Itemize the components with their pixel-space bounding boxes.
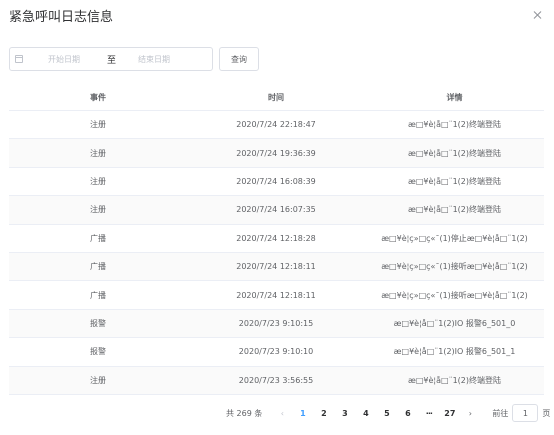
table-row[interactable]: 报警 2020/7/23 9:10:10 æ□¥è¦å□¨1(2)IO 报警6_… — [9, 338, 544, 367]
table-row[interactable]: 注册 2020/7/24 19:36:39 æ□¥è¦å□¨1(2)终端登陆 — [9, 139, 544, 168]
event-cell: 注册 — [90, 148, 106, 158]
time-cell: 2020/7/24 12:18:11 — [236, 290, 316, 300]
detail-cell: æ□¥è¦å□¨1(2)IO 报警6_501_0 — [393, 318, 516, 328]
time-cell: 2020/7/24 16:07:35 — [236, 205, 316, 215]
end-date-input[interactable]: 结束日期 — [138, 54, 170, 65]
event-cell: 报警 — [90, 318, 106, 328]
query-button[interactable]: 查询 — [219, 47, 259, 71]
prev-page-button[interactable]: ‹ — [275, 409, 289, 418]
page-button-4[interactable]: 4 — [355, 409, 376, 418]
range-separator: 至 — [107, 56, 117, 66]
table-header: 事件 时间 详情 — [9, 84, 544, 111]
total-count: 共 269 条 — [226, 408, 263, 418]
detail-cell: æ□¥è¦å□¨1(2)终端登陆 — [407, 205, 501, 215]
dialog-title: 紧急呼叫日志信息 — [9, 10, 114, 25]
more-pages-button[interactable]: ··· — [418, 409, 439, 418]
date-range-picker[interactable]: 开始日期 至 结束日期 — [9, 47, 213, 71]
start-date-input[interactable]: 开始日期 — [48, 54, 80, 65]
time-cell: 2020/7/24 12:18:28 — [236, 233, 316, 243]
column-header-detail: 详情 — [446, 92, 463, 102]
time-cell: 2020/7/24 22:18:47 — [236, 120, 316, 130]
event-cell: 注册 — [90, 205, 106, 215]
table-row[interactable]: 报警 2020/7/23 9:10:15 æ□¥è¦å□¨1(2)IO 报警6_… — [9, 309, 544, 339]
next-page-button[interactable]: › — [463, 409, 477, 418]
table-row[interactable]: 注册 2020/7/24 16:08:39 æ□¥è¦å□¨1(2)终端登陆 — [9, 168, 544, 197]
time-cell: 2020/7/23 9:10:10 — [238, 347, 314, 357]
table-row[interactable]: 注册 2020/7/23 3:56:55 æ□¥è¦å□¨1(2)终端登陆 — [9, 366, 544, 395]
pagination: 共 269 条 ‹ 1 2 3 4 5 6 ··· 27 › 前往 页 — [226, 404, 550, 422]
page-button-3[interactable]: 3 — [334, 409, 355, 418]
emergency-call-log-dialog: 紧急呼叫日志信息 开始日期 至 结束日期 查询 事件 时间 详情 注册 2020… — [0, 0, 554, 435]
event-cell: 广播 — [90, 262, 106, 272]
page-button-last[interactable]: 27 — [439, 409, 460, 418]
detail-cell: æ□¥è¦ç»□ç«¯(1)接听æ□¥è¦å□¨1(2) — [381, 290, 528, 300]
event-cell: 广播 — [90, 290, 106, 300]
table-row[interactable]: 注册 2020/7/24 16:07:35 æ□¥è¦å□¨1(2)终端登陆 — [9, 196, 544, 225]
detail-cell: æ□¥è¦ç»□ç«¯(1)停止æ□¥è¦å□¨1(2) — [381, 233, 528, 243]
time-cell: 2020/7/24 16:08:39 — [236, 176, 316, 186]
event-cell: 报警 — [90, 347, 106, 357]
page-unit-label: 页 — [542, 408, 551, 418]
table-row[interactable]: 广播 2020/7/24 12:18:11 æ□¥è¦ç»□ç«¯(1)接听æ□… — [9, 281, 544, 310]
column-header-time: 时间 — [268, 92, 284, 102]
table-row[interactable]: 广播 2020/7/24 12:18:28 æ□¥è¦ç»□ç«¯(1)停止æ□… — [9, 225, 544, 253]
page-button-1[interactable]: 1 — [292, 409, 313, 418]
detail-cell: æ□¥è¦å□¨1(2)终端登陆 — [407, 176, 501, 186]
event-cell: 注册 — [90, 120, 106, 130]
time-cell: 2020/7/24 12:18:11 — [236, 262, 316, 272]
page-button-6[interactable]: 6 — [397, 409, 418, 418]
time-cell: 2020/7/23 3:56:55 — [238, 375, 314, 385]
event-cell: 注册 — [90, 375, 106, 385]
calendar-icon — [15, 55, 23, 63]
detail-cell: æ□¥è¦ç»□ç«¯(1)接听æ□¥è¦å□¨1(2) — [381, 262, 528, 272]
close-icon[interactable] — [531, 9, 545, 23]
detail-cell: æ□¥è¦å□¨1(2)IO 报警6_501_1 — [393, 347, 516, 357]
detail-cell: æ□¥è¦å□¨1(2)终端登陆 — [407, 375, 501, 385]
page-button-2[interactable]: 2 — [313, 409, 334, 418]
event-cell: 广播 — [90, 233, 106, 243]
table-row[interactable]: 广播 2020/7/24 12:18:11 æ□¥è¦ç»□ç«¯(1)接听æ□… — [9, 252, 544, 282]
time-cell: 2020/7/24 19:36:39 — [236, 148, 316, 158]
detail-cell: æ□¥è¦å□¨1(2)终端登陆 — [407, 148, 501, 158]
dialog-header: 紧急呼叫日志信息 — [9, 9, 545, 29]
log-table: 事件 时间 详情 注册 2020/7/24 22:18:47 æ□¥è¦å□¨1… — [9, 84, 544, 395]
column-header-event: 事件 — [90, 92, 106, 102]
detail-cell: æ□¥è¦å□¨1(2)终端登陆 — [407, 120, 501, 130]
time-cell: 2020/7/23 9:10:15 — [238, 318, 314, 328]
goto-page-input[interactable] — [512, 404, 539, 422]
table-row[interactable]: 注册 2020/7/24 22:18:47 æ□¥è¦å□¨1(2)终端登陆 — [9, 111, 544, 140]
goto-label: 前往 — [492, 408, 509, 418]
event-cell: 注册 — [90, 176, 106, 186]
page-button-5[interactable]: 5 — [376, 409, 397, 418]
date-filter: 开始日期 至 结束日期 查询 — [9, 47, 259, 71]
